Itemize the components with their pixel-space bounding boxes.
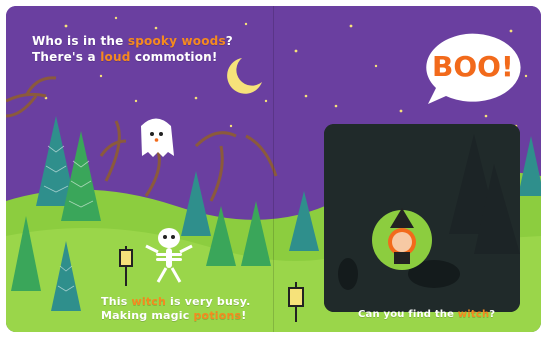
highlight-word: witch	[131, 295, 167, 308]
highlight-word: witch	[457, 309, 490, 320]
ghost	[141, 118, 174, 157]
text-line-1: Who is in the spooky woods?	[32, 33, 233, 49]
question-text: Can you find the witch?	[358, 308, 495, 322]
text-line-4: Making magic potions!	[101, 309, 250, 323]
text-fragment: commotion!	[130, 50, 218, 64]
text-fragment: Making magic	[101, 309, 194, 322]
dark-window-scene	[324, 124, 520, 312]
text-fragment: This	[101, 295, 132, 308]
text-fragment: !	[241, 309, 247, 322]
lift-flap[interactable]	[324, 124, 520, 312]
text-line-2: There's a loud commotion!	[32, 49, 233, 65]
highlight-word: loud	[100, 50, 131, 64]
story-text-top: Who is in the spooky woods? There's a lo…	[32, 33, 233, 65]
highlight-word: spooky woods	[127, 34, 226, 48]
text-fragment: There's a	[32, 50, 101, 64]
boo-text: BOO!	[432, 50, 514, 83]
text-fragment: ?	[489, 309, 496, 320]
text-line-3: This witch is very busy.	[101, 295, 250, 309]
story-text-bottom: This witch is very busy. Making magic po…	[101, 295, 250, 323]
book-spread: Who is in the spooky woods? There's a lo…	[6, 6, 541, 332]
text-fragment: ?	[225, 34, 233, 48]
text-fragment: Can you find the	[358, 309, 458, 320]
text-fragment: is very busy.	[166, 295, 251, 308]
text-fragment: Who is in the	[32, 34, 128, 48]
page-divider	[273, 6, 274, 332]
highlight-word: potions	[193, 309, 242, 322]
